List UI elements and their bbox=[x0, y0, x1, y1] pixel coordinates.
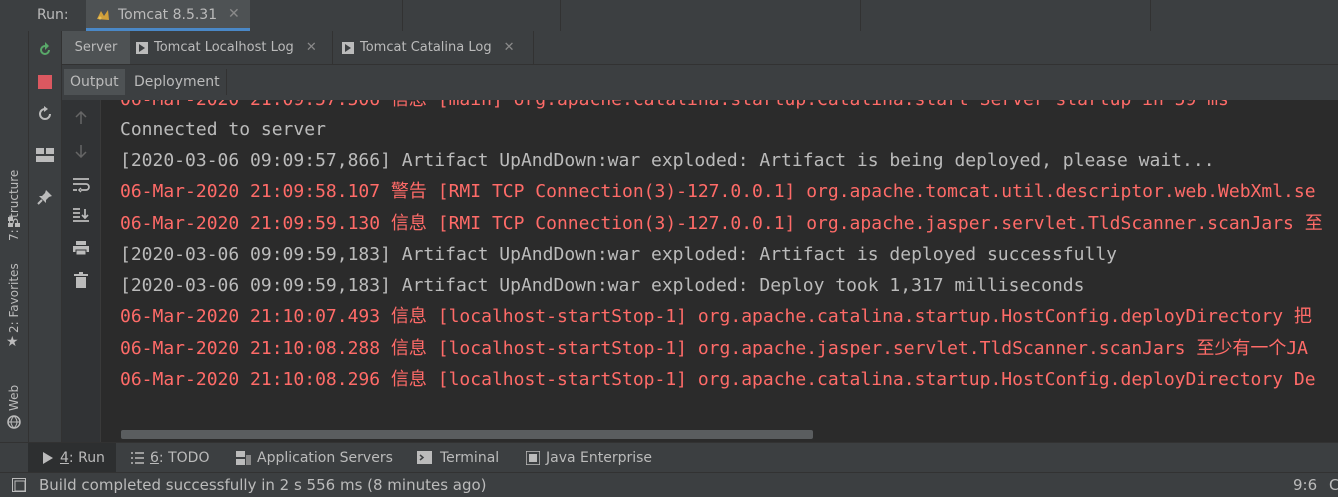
layout-button[interactable] bbox=[34, 144, 56, 166]
java-enterprise-icon bbox=[526, 450, 540, 465]
tool-window-java-enterprise[interactable]: Java Enterprise bbox=[526, 443, 652, 472]
stop-button[interactable] bbox=[34, 71, 56, 93]
todo-icon bbox=[131, 451, 144, 464]
console-line: Connected to server bbox=[120, 119, 326, 140]
console-line: 06-Mar-2020 21:09:58.107 警告 [RMI TCP Con… bbox=[120, 181, 1316, 202]
tab-output[interactable]: Output bbox=[64, 69, 125, 95]
status-trailing: C bbox=[1329, 476, 1338, 494]
arrow-down-icon bbox=[75, 145, 87, 158]
web-tool-button[interactable]: Web bbox=[7, 385, 21, 411]
arrow-up-icon bbox=[75, 111, 87, 124]
clear-all-button[interactable] bbox=[71, 270, 91, 290]
pin-icon bbox=[37, 190, 52, 205]
favorites-tool-button[interactable]: 2: Favorites bbox=[7, 263, 21, 333]
run-config-title: Tomcat 8.5.31 bbox=[118, 7, 218, 23]
tab-label: Server bbox=[74, 40, 118, 55]
tab-server[interactable]: Server bbox=[62, 31, 130, 64]
console-line: 06-Mar-2020 21:10:08.296 信息 [localhost-s… bbox=[120, 369, 1316, 390]
divider bbox=[560, 0, 561, 31]
tab-label: Deployment bbox=[134, 74, 220, 90]
tab-label: Output bbox=[70, 74, 119, 90]
soft-wrap-icon bbox=[73, 178, 90, 193]
horizontal-scrollbar[interactable] bbox=[121, 430, 813, 439]
status-bar: Build completed successfully in 2 s 556 … bbox=[0, 472, 1338, 497]
console-tools-column bbox=[62, 100, 101, 442]
layout-icon bbox=[36, 148, 54, 162]
print-button[interactable] bbox=[71, 238, 91, 258]
up-button[interactable] bbox=[71, 108, 91, 128]
tab-tomcat-localhost-log[interactable]: Tomcat Localhost Log ✕ bbox=[130, 31, 333, 64]
tool-window-label: Terminal bbox=[440, 449, 500, 466]
print-icon bbox=[73, 241, 89, 256]
close-icon[interactable]: ✕ bbox=[504, 40, 515, 55]
soft-wrap-button[interactable] bbox=[71, 175, 91, 195]
refresh-icon bbox=[39, 106, 51, 120]
tool-window-run[interactable]: 4: Run bbox=[28, 443, 116, 472]
tool-window-label: Application Servers bbox=[257, 449, 393, 466]
pin-button[interactable] bbox=[34, 186, 56, 208]
run-toolwindow-header: Run: Tomcat 8.5.31 ✕ bbox=[0, 0, 1338, 32]
console-line: [2020-03-06 09:09:57,866] Artifact UpAnd… bbox=[120, 150, 1215, 171]
caret-position[interactable]: 9:6 bbox=[1293, 476, 1317, 494]
update-app-button[interactable] bbox=[34, 103, 56, 125]
server-tabs-bar: Server Tomcat Localhost Log ✕ Tomcat Cat… bbox=[62, 31, 1338, 65]
stop-icon bbox=[38, 75, 52, 89]
tab-tomcat-catalina-log[interactable]: Tomcat Catalina Log ✕ bbox=[334, 31, 534, 64]
tool-window-bar: 4: Run 6: TODO Application Servers Termi… bbox=[0, 442, 1338, 472]
run-actions-column bbox=[29, 31, 62, 442]
console-line: 06-Mar-2020 21:10:07.493 信息 [localhost-s… bbox=[120, 306, 1312, 327]
output-tabs-bar: Output Deployment bbox=[62, 65, 1338, 96]
run-config-tab[interactable]: Tomcat 8.5.31 ✕ bbox=[86, 0, 250, 31]
left-tool-strip: 7: Structure 2: Favorites ★ Web bbox=[0, 31, 29, 442]
tool-window-terminal[interactable]: Terminal bbox=[417, 443, 499, 472]
structure-icon bbox=[8, 217, 20, 227]
divider bbox=[1150, 0, 1151, 31]
tool-window-todo[interactable]: 6: TODO bbox=[131, 443, 209, 472]
rerun-button[interactable] bbox=[34, 39, 56, 61]
trash-icon bbox=[74, 272, 88, 288]
tool-window-application-servers[interactable]: Application Servers bbox=[236, 443, 393, 472]
close-icon[interactable]: ✕ bbox=[228, 6, 240, 22]
divider bbox=[402, 0, 403, 31]
close-icon[interactable]: ✕ bbox=[306, 40, 317, 55]
star-icon: ★ bbox=[6, 334, 19, 350]
console-line: 06-Mar-2020 21:10:08.288 信息 [localhost-s… bbox=[120, 338, 1309, 359]
tab-label: Tomcat Catalina Log bbox=[360, 40, 492, 55]
console-line: 06-Mar-2020 21:09:57.506 信息 [main] org.a… bbox=[120, 100, 1229, 111]
tool-window-label: : TODO bbox=[158, 449, 210, 466]
scroll-to-end-button[interactable] bbox=[71, 205, 91, 225]
console-icon bbox=[342, 41, 354, 54]
tomcat-icon bbox=[97, 10, 109, 20]
tool-window-label: : Run bbox=[68, 449, 105, 466]
mnemonic: 6 bbox=[150, 449, 159, 466]
globe-icon bbox=[7, 415, 21, 429]
status-message[interactable]: Build completed successfully in 2 s 556 … bbox=[39, 476, 487, 494]
console-icon bbox=[136, 41, 148, 54]
divider bbox=[860, 0, 861, 31]
terminal-icon bbox=[417, 451, 432, 464]
structure-tool-button[interactable]: 7: Structure bbox=[7, 170, 21, 241]
mnemonic: 4 bbox=[60, 449, 69, 466]
console-line: [2020-03-06 09:09:59,183] Artifact UpAnd… bbox=[120, 244, 1117, 265]
console-line: [2020-03-06 09:09:59,183] Artifact UpAnd… bbox=[120, 275, 1085, 296]
console-line: 06-Mar-2020 21:09:59.130 信息 [RMI TCP Con… bbox=[120, 213, 1323, 234]
tool-window-label: Java Enterprise bbox=[546, 449, 653, 466]
console-output[interactable]: 06-Mar-2020 21:09:57.506 信息 [main] org.a… bbox=[101, 100, 1338, 430]
run-icon bbox=[43, 451, 53, 464]
run-label: Run: bbox=[37, 7, 69, 23]
tab-deployment[interactable]: Deployment bbox=[128, 69, 227, 95]
rerun-icon bbox=[40, 42, 50, 55]
down-button[interactable] bbox=[71, 141, 91, 161]
tab-label: Tomcat Localhost Log bbox=[154, 40, 294, 55]
servers-icon bbox=[236, 450, 251, 465]
scroll-to-end-icon bbox=[73, 208, 89, 222]
toggle-tool-windows-icon[interactable] bbox=[12, 478, 26, 492]
